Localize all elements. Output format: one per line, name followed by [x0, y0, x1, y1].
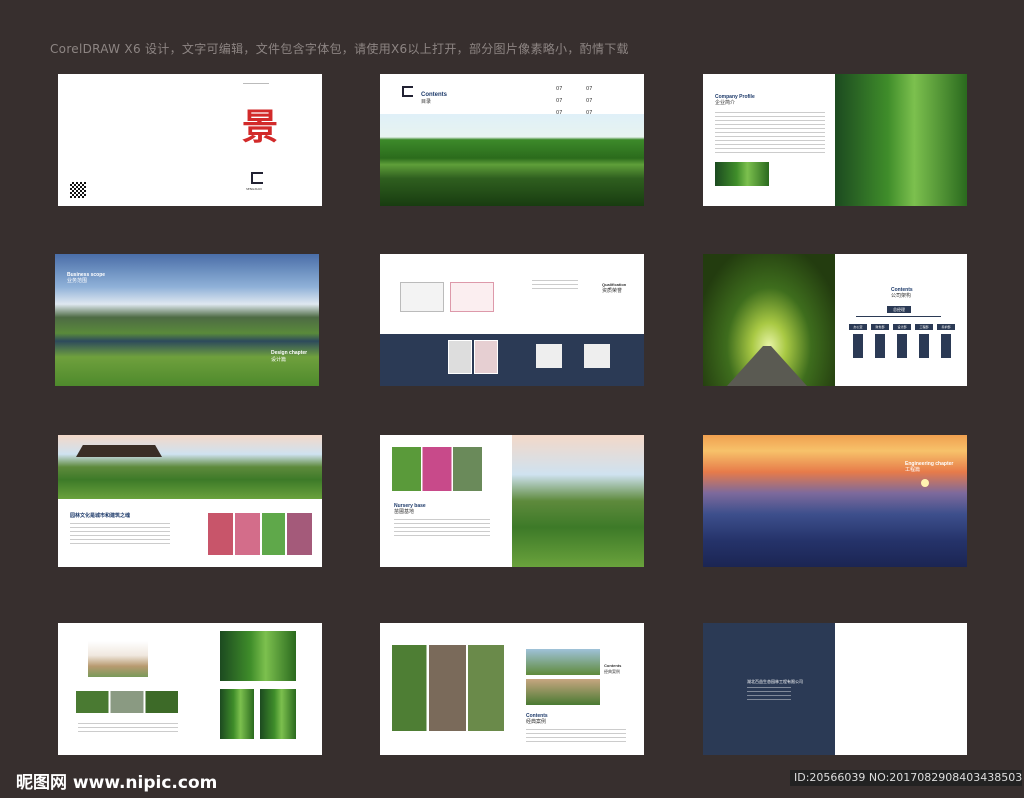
case-photo-grid — [392, 645, 504, 731]
sun — [921, 479, 929, 487]
certificate-image — [448, 340, 472, 374]
spread-business-scope[interactable]: Business scope 业务范围 Design chapter 设计篇 — [55, 254, 319, 386]
contents-num: 07 — [556, 86, 563, 92]
contents-num: 07 — [556, 98, 563, 104]
cases-body-text — [526, 729, 626, 743]
contents-num: 07 — [586, 86, 593, 92]
org-chart-branch: 工程部 — [915, 324, 933, 330]
qualification-title-cn: 资质荣誉 — [602, 288, 623, 294]
brand-logo-icon — [251, 172, 263, 184]
sketch-body-text — [78, 723, 178, 733]
brand-name: SENGXIAN — [246, 187, 262, 191]
org-chart-top: 总经理 — [887, 306, 911, 313]
house-sketch-image — [88, 641, 148, 677]
pavilion-garden-photo — [58, 435, 322, 499]
garden-tree-photo — [220, 631, 296, 681]
garden-photo — [220, 689, 254, 739]
business-title-cn: 业务范围 — [67, 278, 88, 284]
site-logo: 昵图网 www.nipic.com — [16, 773, 218, 793]
spread-cases[interactable]: Contents 经典案例 Contents 经典案例 — [380, 623, 644, 755]
back-company-name: 湖北百益生态园林工程有限公司 — [747, 679, 803, 684]
org-chart-columns — [853, 334, 953, 358]
spread-back-cover[interactable]: 湖北百益生态园林工程有限公司 — [703, 623, 967, 755]
qr-code — [70, 182, 86, 198]
contents-title-en: Contents — [421, 92, 447, 98]
spread-sketch[interactable] — [58, 623, 322, 755]
cases-title-cn: 经典案例 — [526, 719, 547, 725]
green-lake-photo — [835, 74, 967, 206]
engineering-title-cn: 工程篇 — [905, 467, 921, 473]
brand-logo-icon — [402, 86, 413, 97]
structure-title-cn: 公司架构 — [891, 293, 912, 299]
certificate-image — [584, 344, 610, 368]
design-title-cn: 设计篇 — [271, 357, 287, 363]
qualification-body-text — [532, 280, 578, 292]
maze-garden-photo — [512, 435, 644, 567]
spread-structure[interactable]: Contents 公司架构 总经理 办公室 财务部 设计部 工程部 养护部 — [703, 254, 967, 386]
back-contact-lines — [747, 687, 791, 701]
org-chart-branch: 办公室 — [849, 324, 867, 330]
spread-qualification[interactable]: Qualification 资质荣誉 — [380, 254, 644, 386]
certificate-image — [536, 344, 562, 368]
flower-photo-grid — [208, 513, 312, 555]
sunset-mountains-photo — [703, 435, 967, 567]
contents-num: 07 — [586, 98, 593, 104]
cover-top-rule — [243, 83, 269, 84]
spread-contents[interactable]: Contents 目录 07 07 07 07 07 07 — [380, 74, 644, 206]
lawn-mowing-photo — [715, 162, 769, 186]
seal-stamp: 景 — [242, 106, 279, 148]
profile-body-text — [715, 112, 825, 156]
header-note: CorelDRAW X6 设计，文字可编辑，文件包含字体包，请使用X6以上打开，… — [50, 42, 629, 56]
forest-lake-photo — [380, 114, 644, 206]
nursery-body-text — [394, 519, 490, 539]
certificate-image — [450, 282, 494, 312]
org-chart-branch: 设计部 — [893, 324, 911, 330]
profile-title-cn: 企业简介 — [715, 100, 736, 106]
certificate-image — [474, 340, 498, 374]
org-chart-connector — [856, 316, 941, 317]
org-chart-branch: 养护部 — [937, 324, 955, 330]
garden-photo — [260, 689, 296, 739]
cases-small-cn: 经典案例 — [604, 669, 620, 674]
contents-title-cn: 目录 — [421, 99, 432, 105]
case-photo — [526, 679, 600, 705]
nursery-title-cn: 苗圃基地 — [394, 509, 415, 515]
case-photo — [526, 649, 600, 675]
culture-heading: 园林文化是城市和建筑之魂 — [70, 513, 131, 519]
certificate-image — [400, 282, 444, 312]
pavilion-roof — [76, 445, 162, 457]
culture-body-text — [70, 523, 170, 545]
design-title-en: Design chapter — [271, 350, 308, 356]
spread-nursery[interactable]: Nursery base 苗圃基地 — [380, 435, 644, 567]
image-id-label: ID:20566039 NO:20170829084034385033 — [790, 770, 1022, 786]
spread-company-profile[interactable]: Company Profile 企业简介 — [703, 74, 967, 206]
nursery-photo-grid — [392, 447, 482, 491]
spread-culture[interactable]: 园林文化是城市和建筑之魂 — [58, 435, 322, 567]
spread-engineering[interactable]: Engineering chapter 工程篇 — [703, 435, 967, 567]
landscape-photo-strip — [76, 691, 178, 713]
org-chart-branch: 财务部 — [871, 324, 889, 330]
spread-cover[interactable]: 景 SENGXIAN — [58, 74, 322, 206]
